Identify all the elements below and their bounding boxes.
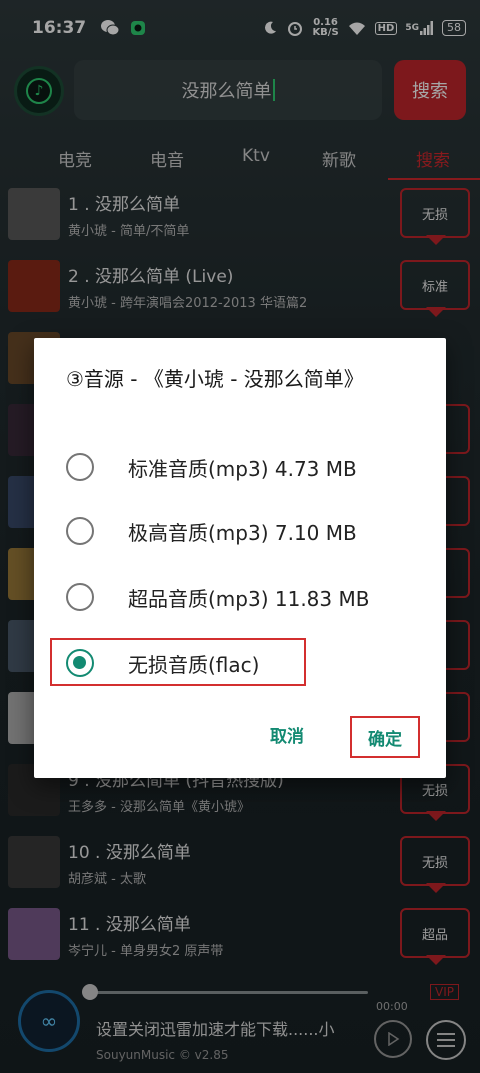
option-high[interactable]: 极高音质(mp3) 7.10 MB [66, 506, 426, 556]
option-standard[interactable]: 标准音质(mp3) 4.73 MB [66, 442, 426, 492]
option-label: 超品音质(mp3) 11.83 MB [128, 586, 370, 611]
radio-button[interactable] [66, 517, 94, 545]
option-label: 极高音质(mp3) 7.10 MB [128, 520, 357, 545]
dialog-title: ③音源 - 《黄小琥 - 没那么简单》 [66, 367, 364, 391]
cancel-button[interactable]: 取消 [270, 722, 304, 747]
radio-button[interactable] [66, 583, 94, 611]
option-super[interactable]: 超品音质(mp3) 11.83 MB [66, 572, 426, 622]
confirm-button[interactable]: 确定 [350, 716, 420, 758]
option-label: 标准音质(mp3) 4.73 MB [128, 456, 357, 481]
quality-select-dialog: ③音源 - 《黄小琥 - 没那么简单》 标准音质(mp3) 4.73 MB 极高… [34, 338, 446, 778]
radio-button[interactable] [66, 453, 94, 481]
selection-highlight [50, 638, 306, 686]
